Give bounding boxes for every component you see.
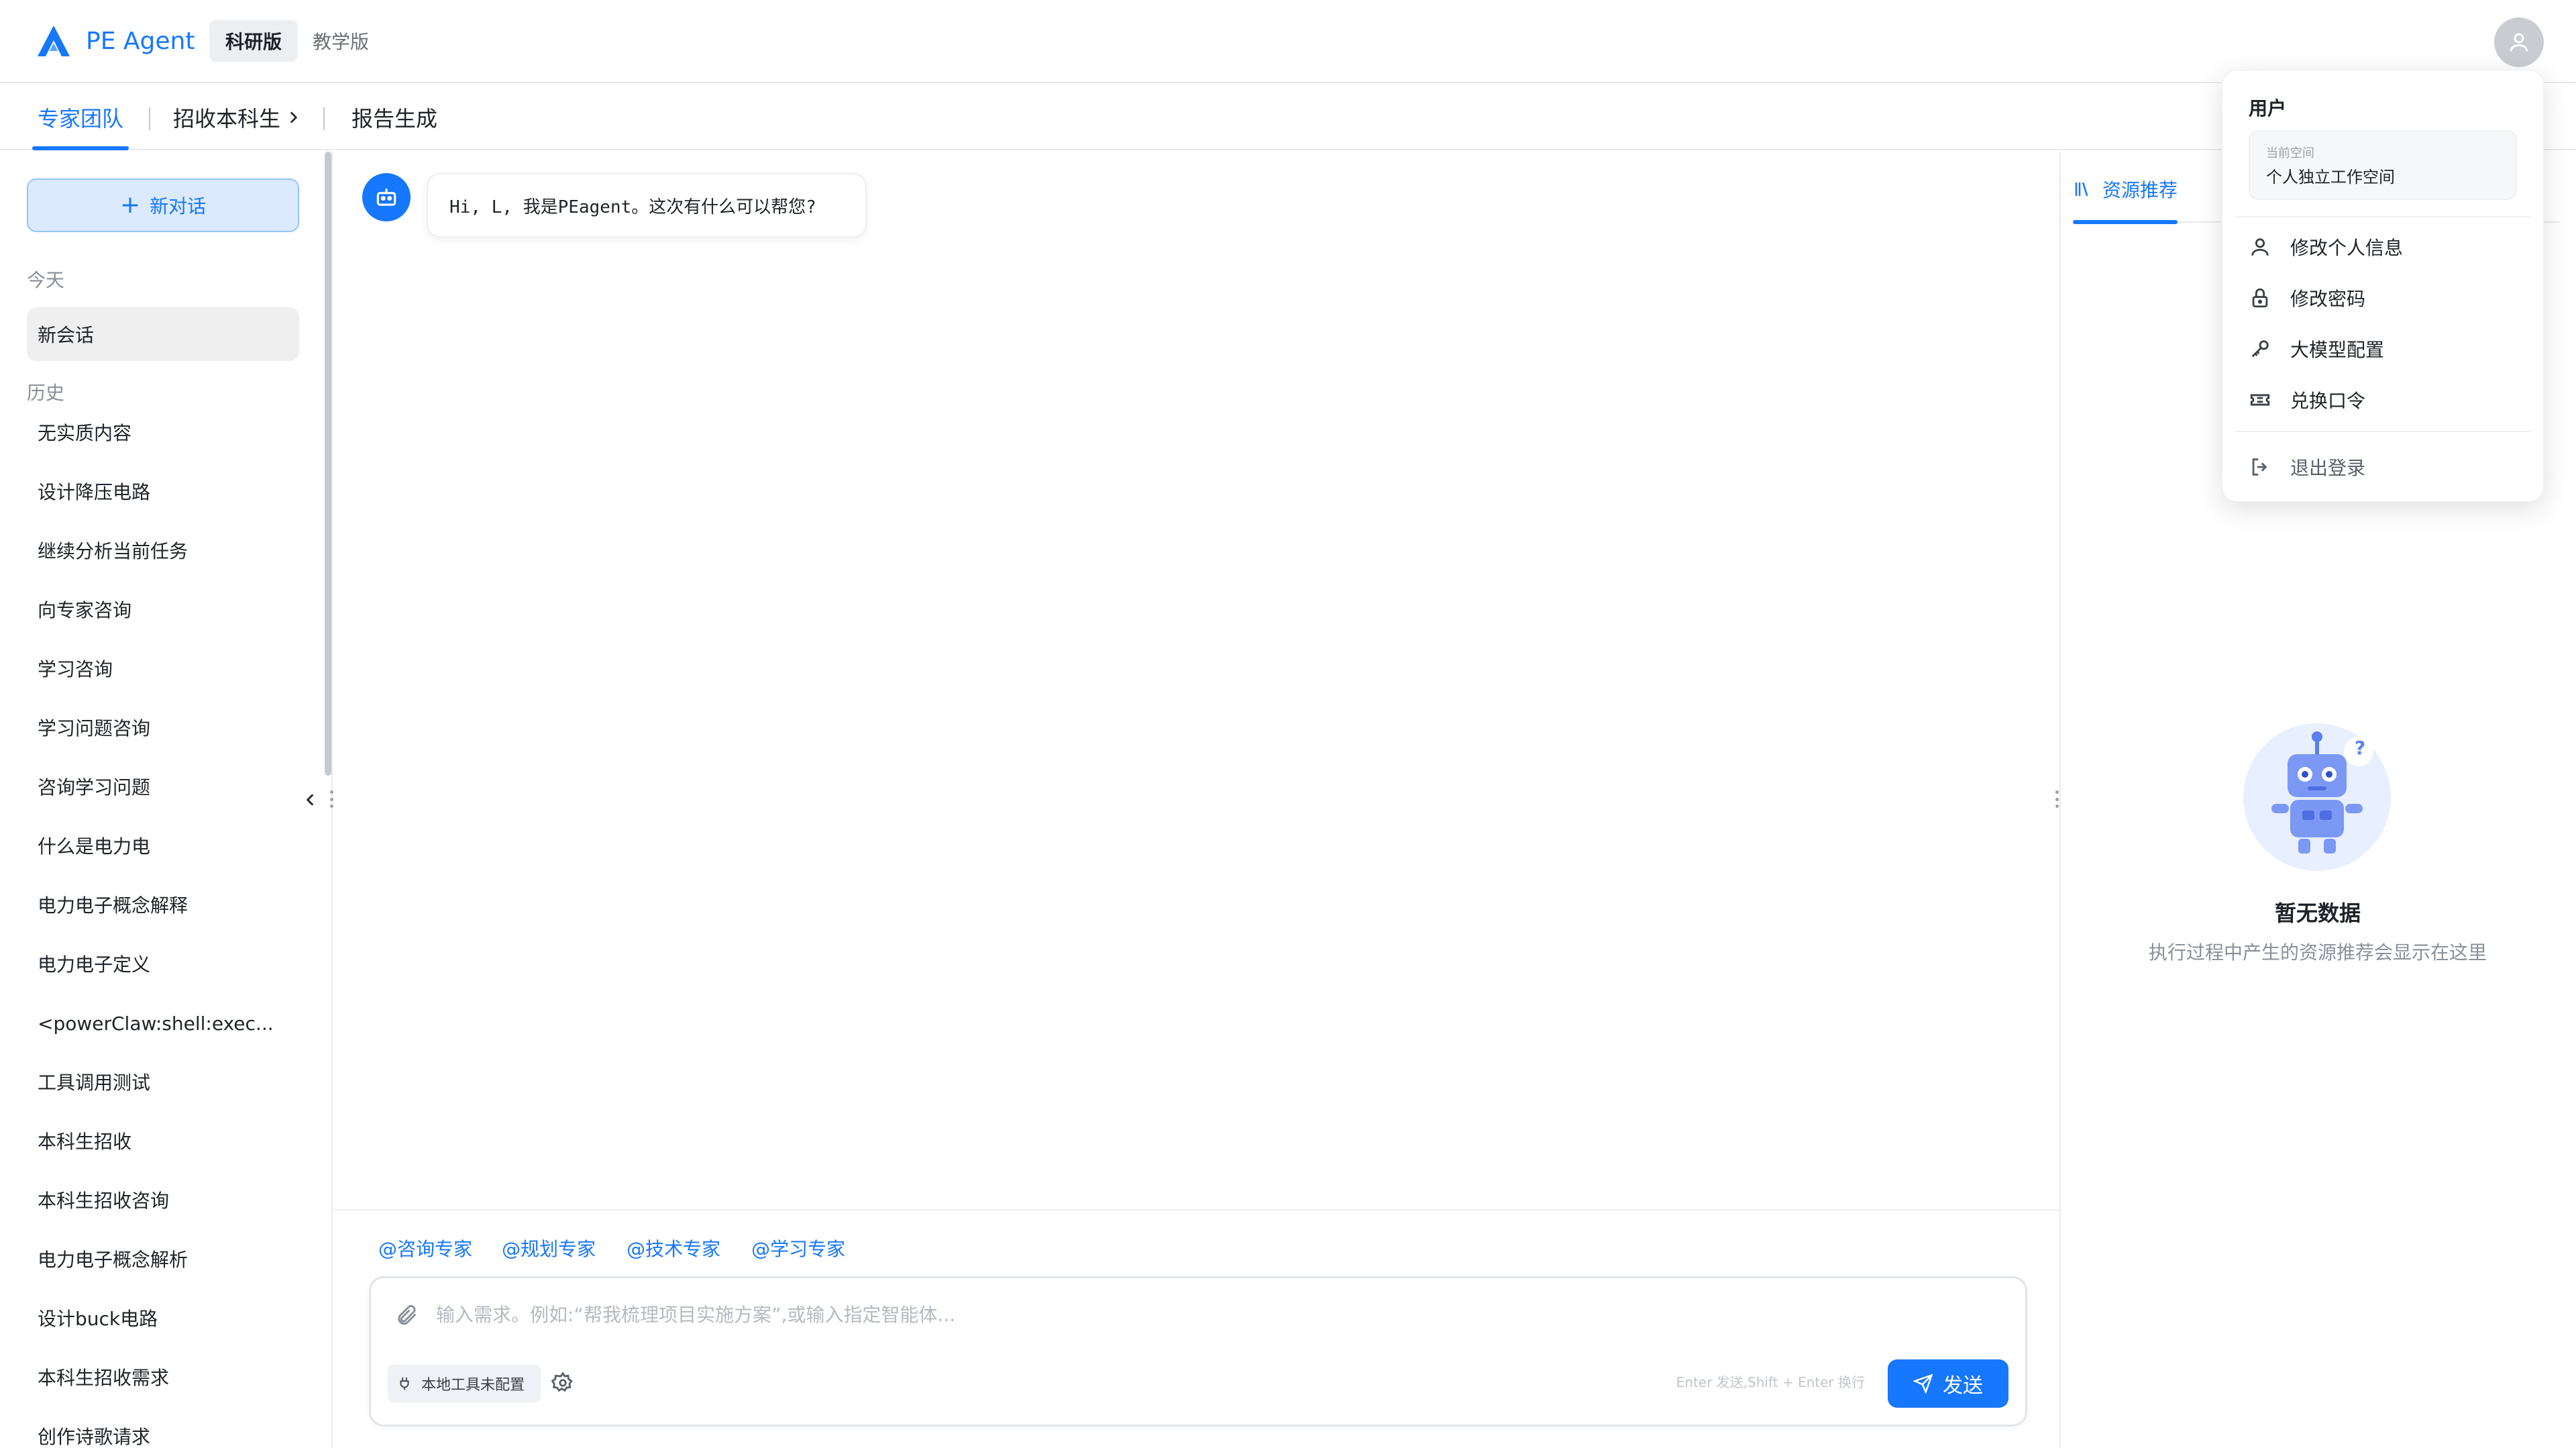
local-tool-chip[interactable]: 本地工具未配置 <box>388 1365 541 1402</box>
logout-icon <box>2252 458 2267 476</box>
history-item[interactable]: 本科生招收咨询 <box>38 1188 169 1214</box>
sidebar-scrollbar[interactable] <box>325 152 331 776</box>
app-title: PE Agent <box>86 28 195 55</box>
chevron-right-icon <box>290 111 298 123</box>
menu-item-label: 修改个人信息 <box>2290 237 2404 259</box>
send-button[interactable]: 发送 <box>1888 1359 2008 1408</box>
menu-item-label: 兑换口令 <box>2290 390 2366 412</box>
robot-icon <box>376 189 396 206</box>
menu-item-label: 大模型配置 <box>2290 339 2385 361</box>
history-item[interactable]: 继续分析当前任务 <box>38 538 188 565</box>
empty-state-description: 执行过程中产生的资源推荐会显示在这里 <box>2148 941 2487 964</box>
menu-divider <box>2235 216 2530 217</box>
menu-divider <box>2235 431 2530 432</box>
top-bar <box>0 0 2576 83</box>
edition-research-tab[interactable]: 科研版 <box>209 20 298 62</box>
mention-tech-expert[interactable]: @技术专家 <box>627 1235 720 1261</box>
new-chat-button[interactable]: + 新对话 <box>27 178 299 232</box>
mention-planning-expert[interactable]: @规划专家 <box>502 1235 596 1261</box>
new-chat-label: 新对话 <box>150 195 207 217</box>
history-item[interactable]: 电力电子定义 <box>38 951 150 978</box>
send-label: 发送 <box>1943 1374 1983 1398</box>
active-tab-underline <box>2073 220 2178 224</box>
ticket-icon <box>2250 394 2270 406</box>
history-item[interactable]: <powerClaw:shell:exec... <box>38 1011 274 1037</box>
user-menu-header: 用户 <box>2249 97 2287 119</box>
active-session-item[interactable]: 新会话 <box>27 307 299 361</box>
empty-robot-illustration <box>2243 723 2391 871</box>
user-icon <box>2510 33 2528 52</box>
bot-message-bubble: Hi, L, 我是PEagent。这次有什么可以帮您? <box>427 173 867 238</box>
chevron-left-icon[interactable] <box>302 788 319 812</box>
active-tab-underline <box>32 146 129 150</box>
sidebar: + 新对话 今天 新会话 历史 无实质内容 设计降压电路 继续分析当前任务 向专… <box>0 152 333 1448</box>
edition-teaching-tab[interactable]: 教学版 <box>313 20 369 62</box>
user-avatar-button[interactable] <box>2494 17 2544 67</box>
lock-icon <box>2252 288 2268 308</box>
menu-item-redeem-code[interactable]: 兑换口令 <box>2245 380 2526 420</box>
resource-tab-label: 资源推荐 <box>2102 179 2178 201</box>
tab-separator <box>149 107 150 130</box>
workspace-label: 当前空间 <box>2266 146 2314 160</box>
bot-avatar <box>362 173 411 221</box>
question-mark-icon: ? <box>2354 737 2366 759</box>
gear-icon[interactable] <box>551 1372 574 1394</box>
history-item[interactable]: 设计buck电路 <box>38 1306 158 1333</box>
menu-item-change-password[interactable]: 修改密码 <box>2245 278 2526 318</box>
history-item[interactable]: 电力电子概念解释 <box>38 892 188 919</box>
history-item[interactable]: 工具调用测试 <box>38 1070 150 1096</box>
history-item[interactable]: 学习问题咨询 <box>38 715 150 742</box>
history-item[interactable]: 设计降压电路 <box>38 479 150 506</box>
tab-recruit-undergrad[interactable]: 招收本科生 <box>173 85 302 150</box>
menu-item-label: 退出登录 <box>2290 457 2366 479</box>
local-tool-label: 本地工具未配置 <box>421 1377 525 1394</box>
history-item[interactable]: 电力电子概念解析 <box>38 1247 188 1274</box>
library-icon <box>2075 182 2088 197</box>
key-icon <box>2251 340 2269 358</box>
empty-state-title: 暂无数据 <box>2274 900 2361 926</box>
menu-item-logout[interactable]: 退出登录 <box>2245 447 2526 487</box>
today-section-label: 今天 <box>27 269 65 291</box>
paperclip-icon[interactable] <box>394 1303 419 1327</box>
tab-resource-recommend[interactable]: 资源推荐 <box>2073 176 2178 203</box>
menu-item-edit-profile[interactable]: 修改个人信息 <box>2245 227 2526 267</box>
plus-icon: + <box>119 191 141 219</box>
workspace-value: 个人独立工作空间 <box>2266 168 2395 187</box>
logo-icon[interactable] <box>35 23 72 59</box>
chat-divider <box>334 1209 2059 1210</box>
send-icon <box>1913 1374 1933 1394</box>
shortcut-hint: Enter 发送,Shift + Enter 换行 <box>1676 1374 1865 1390</box>
history-item[interactable]: 向专家咨询 <box>38 597 131 624</box>
tab-separator <box>323 107 325 130</box>
history-section-label: 历史 <box>27 382 65 404</box>
history-item[interactable]: 无实质内容 <box>38 420 131 447</box>
tab-recruit-label: 招收本科生 <box>173 106 281 132</box>
mention-study-expert[interactable]: @学习专家 <box>751 1235 845 1261</box>
tab-expert-team[interactable]: 专家团队 <box>38 85 123 150</box>
history-item[interactable]: 学习咨询 <box>38 656 113 683</box>
history-item[interactable]: 本科生招收 <box>38 1129 131 1155</box>
menu-item-llm-config[interactable]: 大模型配置 <box>2245 329 2526 369</box>
mention-consult-expert[interactable]: @咨询专家 <box>378 1235 472 1261</box>
history-item[interactable]: 本科生招收需求 <box>38 1365 169 1392</box>
menu-item-label: 修改密码 <box>2290 288 2366 310</box>
chat-input[interactable] <box>436 1299 1979 1330</box>
history-item[interactable]: 什么是电力电 <box>38 833 150 860</box>
history-item[interactable]: 创作诗歌请求 <box>38 1424 150 1448</box>
tabs-bar: 专家团队 招收本科生 报告生成 <box>0 85 2576 150</box>
tab-report-generation[interactable]: 报告生成 <box>352 85 437 150</box>
history-item[interactable]: 咨询学习问题 <box>38 774 150 801</box>
user-icon <box>2251 238 2269 256</box>
plug-icon <box>400 1377 409 1390</box>
